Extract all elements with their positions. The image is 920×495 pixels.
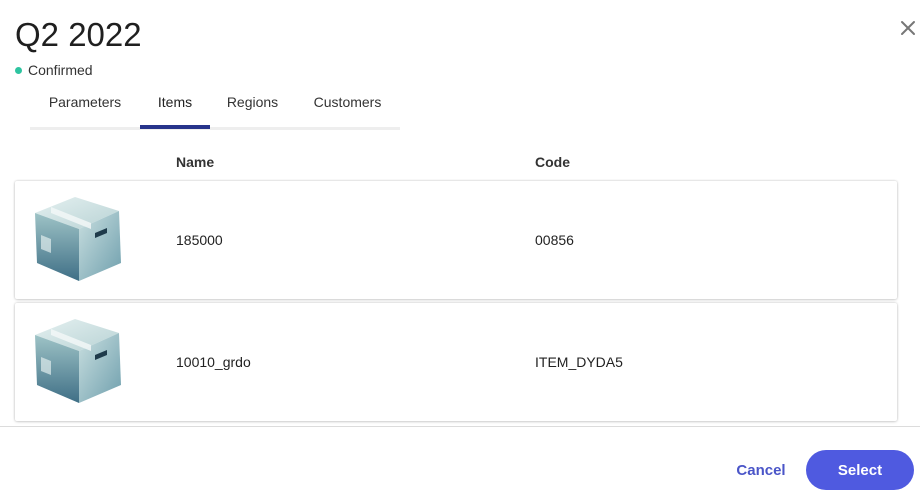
tab-customers[interactable]: Customers <box>295 86 400 130</box>
tab-parameters[interactable]: Parameters <box>30 86 140 130</box>
tab-regions[interactable]: Regions <box>210 86 295 130</box>
box-icon <box>35 197 121 281</box>
dialog-title: Q2 2022 <box>15 16 142 53</box>
footer-divider <box>0 426 920 427</box>
status-dot-icon <box>15 66 22 74</box>
tab-bar: Parameters Items Regions Customers <box>30 86 400 130</box>
item-name: 185000 <box>176 232 223 248</box>
active-tab-indicator <box>140 125 210 129</box>
item-code: ITEM_DYDA5 <box>535 354 623 370</box>
item-code: 00856 <box>535 232 574 248</box>
table-row[interactable]: 185000 00856 <box>15 181 897 299</box>
tab-items[interactable]: Items <box>140 86 210 130</box>
cancel-button[interactable]: Cancel <box>728 452 794 488</box>
status-indicator: Confirmed <box>15 61 93 79</box>
close-icon[interactable] <box>896 16 920 40</box>
item-selection-dialog: Q2 2022 Confirmed Parameters Items Regio… <box>0 0 920 495</box>
item-name: 10010_grdo <box>176 354 251 370</box>
table-row[interactable]: 10010_grdo ITEM_DYDA5 <box>15 303 897 421</box>
column-header-name[interactable]: Name <box>176 154 214 170</box>
column-header-code[interactable]: Code <box>535 154 570 170</box>
status-text: Confirmed <box>28 62 93 78</box>
box-icon <box>35 319 121 403</box>
select-button[interactable]: Select <box>806 450 914 490</box>
